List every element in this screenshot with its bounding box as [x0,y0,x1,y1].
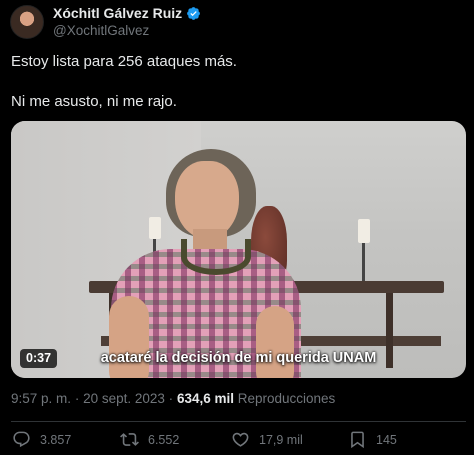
repost-count: 6.552 [148,432,180,447]
reply-button[interactable]: 3.857 [12,430,71,449]
tweet-line: Estoy lista para 256 ataques más. [11,53,237,70]
author-name-row[interactable]: Xóchitl Gálvez Ruiz [53,5,201,21]
tweet-date[interactable]: 20 sept. 2023 [83,391,165,406]
bookmark-icon [351,431,364,449]
author-display-name[interactable]: Xóchitl Gálvez Ruiz [53,5,182,21]
view-count: 634,6 mil [176,391,234,406]
person-necklace [181,239,251,275]
bookmark-count: 145 [376,432,397,447]
like-count: 17,9 mil [259,432,303,447]
candle-right [358,219,370,243]
tweet-meta: 9:57 p. m. · 20 sept. 2023 · 634,6 mil R… [11,391,335,406]
reply-count: 3.857 [40,432,72,447]
repost-icon [120,433,139,446]
divider [11,421,466,422]
author-handle[interactable]: @XochitlGalvez [53,23,201,39]
person-face [175,161,239,239]
author-names: Xóchitl Gálvez Ruiz @XochitlGalvez [53,5,201,39]
candle-holder-right [362,243,365,281]
like-button[interactable]: 17,9 mil [231,430,303,449]
heart-icon [232,432,249,447]
action-bar: 3.857 6.552 17,9 mil 145 [12,430,452,450]
verified-badge-icon [187,6,201,20]
tweet-text: Estoy lista para 256 ataques más. Ni me … [11,52,237,112]
video-player[interactable]: 0:37 acataré la decisión de mi querida U… [11,121,466,378]
candle-left [149,217,161,239]
person-arm-right [256,306,294,378]
tweet-header: Xóchitl Gálvez Ruiz @XochitlGalvez [10,5,201,39]
repost-button[interactable]: 6.552 [120,430,179,449]
tweet-line: Ni me asusto, ni me rajo. [11,93,177,110]
bookmark-button[interactable]: 145 [348,430,397,449]
video-caption: acataré la decisión de mi querida UNAM [100,350,377,366]
meta-separator: · [168,391,174,406]
tweet-time[interactable]: 9:57 p. m. [11,391,71,406]
avatar[interactable] [10,5,44,39]
reply-icon [13,431,30,448]
view-label: Reproducciones [237,391,336,406]
meta-separator: · [74,391,80,406]
